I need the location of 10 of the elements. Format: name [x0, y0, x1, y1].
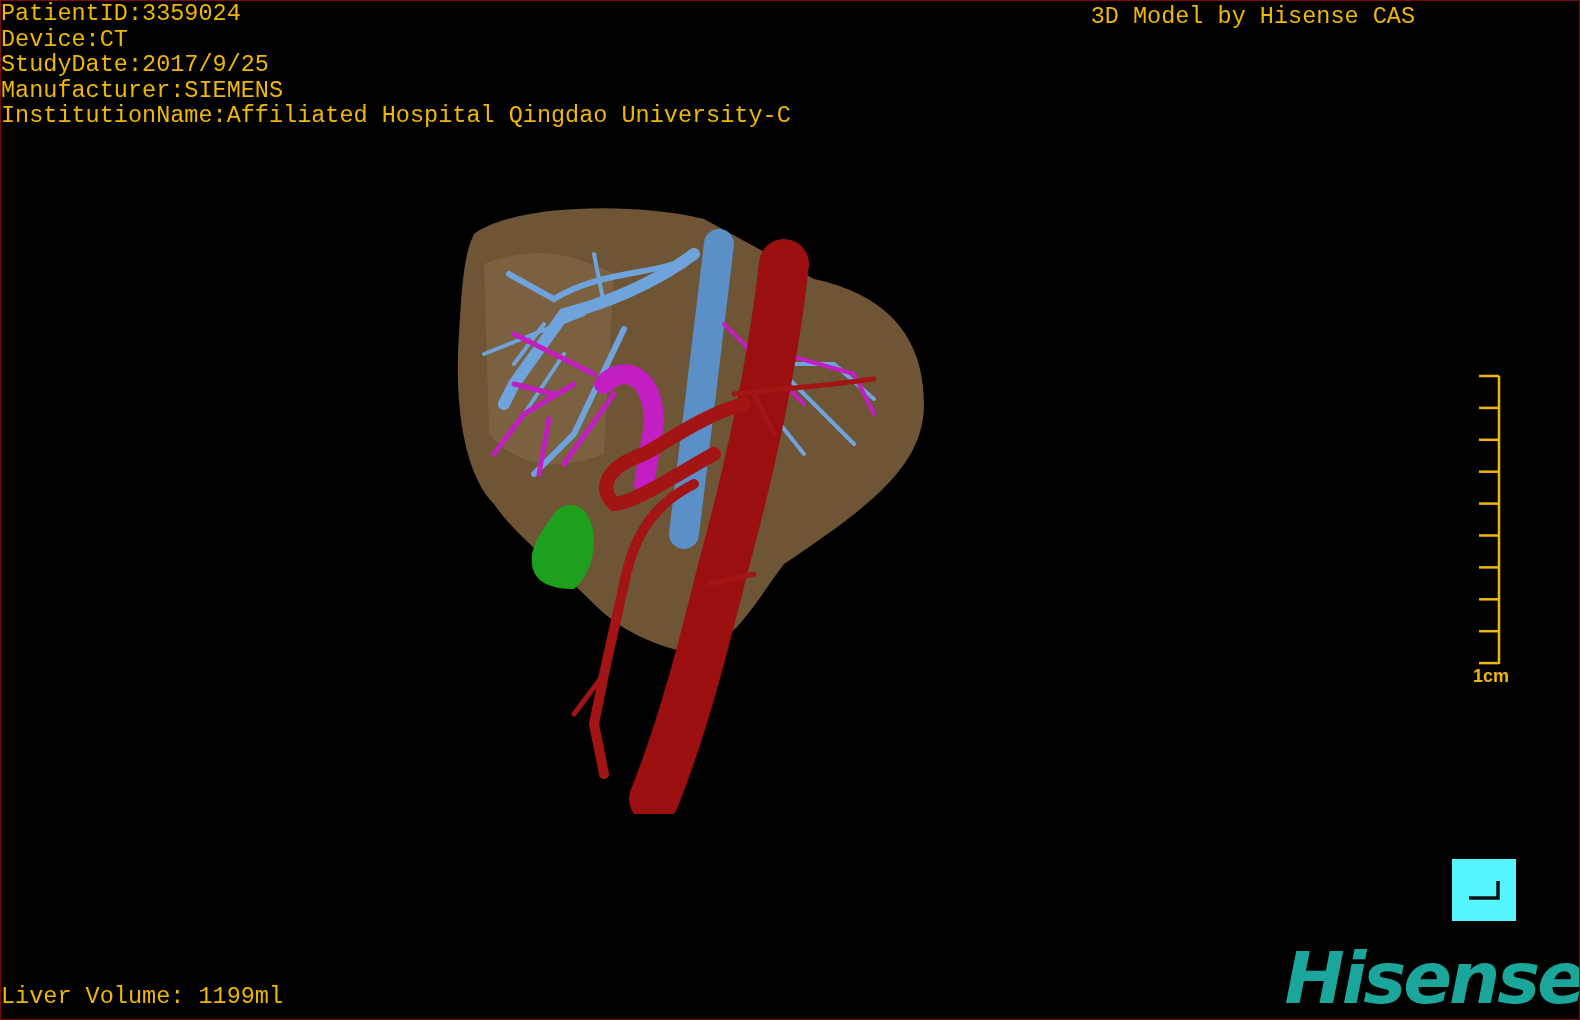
- study-info-text: StudyDate:2017/9/25: [1, 52, 270, 78]
- viewer-title: 3D Model by Hisense CAS: [1090, 4, 1415, 32]
- study-info-text: InstitutionName:Affiliated Hospital Qingdao University-C: [1, 103, 791, 129]
- study-info-text: Manufacturer:SIEMENS: [1, 77, 285, 103]
- study-info-text: PatientID:3359024: [1, 1, 242, 27]
- view-corner-button[interactable]: [1452, 859, 1516, 921]
- scale-label: 1cm: [1472, 665, 1509, 687]
- corner-bracket-icon: [1467, 879, 1501, 901]
- study-info-text: Device:CT: [1, 26, 129, 52]
- liver-volume-text: Liver Volume: 1199ml: [1, 983, 284, 1009]
